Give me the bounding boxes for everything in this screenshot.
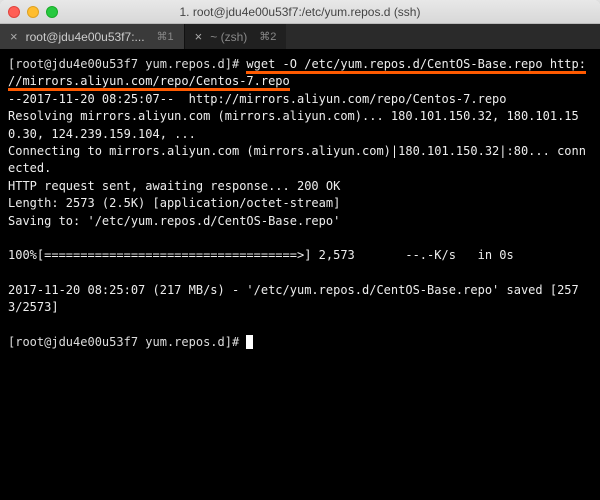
command-highlight: //mirrors.aliyun.com/repo/Centos-7.repo bbox=[8, 74, 290, 91]
tab-label: ~ (zsh) bbox=[210, 30, 247, 44]
tab-label: root@jdu4e00u53f7:... bbox=[26, 30, 145, 44]
output-line: Saving to: '/etc/yum.repos.d/CentOS-Base… bbox=[8, 214, 340, 228]
output-line: HTTP request sent, awaiting response... … bbox=[8, 179, 340, 193]
terminal-content[interactable]: [root@jdu4e00u53f7 yum.repos.d]# wget -O… bbox=[0, 50, 600, 500]
output-line: Length: 2573 (2.5K) [application/octet-s… bbox=[8, 196, 340, 210]
output-line: Connecting to mirrors.aliyun.com (mirror… bbox=[8, 144, 586, 175]
close-icon[interactable] bbox=[8, 6, 20, 18]
terminal-window: 1. root@jdu4e00u53f7:/etc/yum.repos.d (s… bbox=[0, 0, 600, 500]
shell-prompt: [root@jdu4e00u53f7 yum.repos.d]# bbox=[8, 335, 246, 349]
tab-hotkey: ⌘2 bbox=[259, 30, 276, 43]
tab-zsh[interactable]: × ~ (zsh) ⌘2 bbox=[185, 24, 287, 49]
window-title: 1. root@jdu4e00u53f7:/etc/yum.repos.d (s… bbox=[0, 5, 600, 19]
output-line: Resolving mirrors.aliyun.com (mirrors.al… bbox=[8, 109, 579, 140]
maximize-icon[interactable] bbox=[46, 6, 58, 18]
window-controls bbox=[8, 6, 58, 18]
shell-prompt: [root@jdu4e00u53f7 yum.repos.d]# bbox=[8, 57, 246, 71]
output-line: 2017-11-20 08:25:07 (217 MB/s) - '/etc/y… bbox=[8, 283, 579, 314]
command-highlight: wget -O /etc/yum.repos.d/CentOS-Base.rep… bbox=[246, 57, 586, 74]
tab-ssh[interactable]: × root@jdu4e00u53f7:... ⌘1 bbox=[0, 24, 184, 49]
close-icon[interactable]: × bbox=[10, 29, 18, 44]
progress-line: 100%[===================================… bbox=[8, 248, 514, 262]
minimize-icon[interactable] bbox=[27, 6, 39, 18]
titlebar: 1. root@jdu4e00u53f7:/etc/yum.repos.d (s… bbox=[0, 0, 600, 24]
tab-bar: × root@jdu4e00u53f7:... ⌘1 × ~ (zsh) ⌘2 bbox=[0, 24, 600, 50]
cursor-icon bbox=[246, 335, 253, 349]
close-icon[interactable]: × bbox=[195, 29, 203, 44]
output-line: --2017-11-20 08:25:07-- http://mirrors.a… bbox=[8, 92, 507, 106]
tab-hotkey: ⌘1 bbox=[157, 30, 174, 43]
